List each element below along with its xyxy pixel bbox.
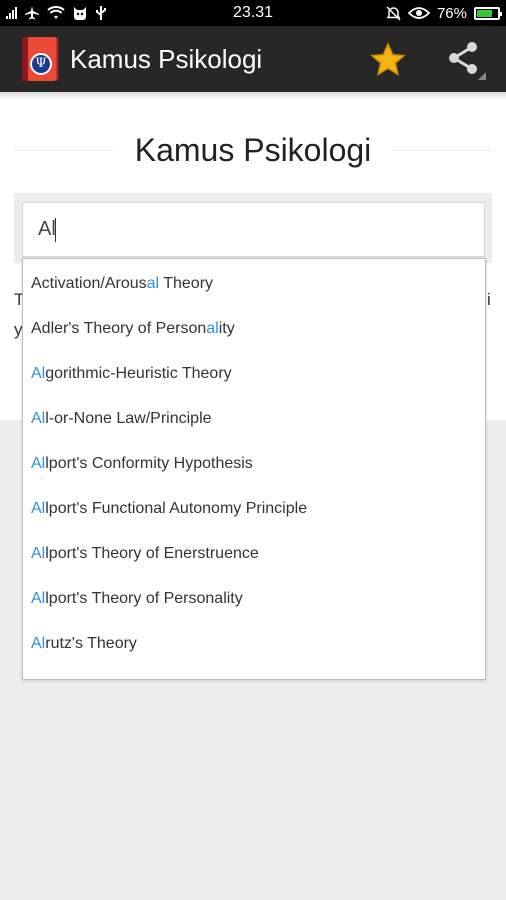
android-cat-icon bbox=[74, 6, 86, 20]
battery-level bbox=[477, 9, 493, 17]
match-highlight: Al bbox=[31, 635, 46, 652]
battery-percent: 76% bbox=[436, 4, 467, 22]
app-logo-icon: Ψ bbox=[22, 37, 58, 81]
status-bar: 23.31 76% bbox=[0, 0, 506, 26]
favorite-button[interactable] bbox=[370, 42, 406, 78]
match-highlight: Al bbox=[31, 410, 46, 427]
suggestion-item[interactable]: Activation/Arousal Theory bbox=[23, 260, 485, 305]
app-bar-shadow bbox=[0, 92, 506, 100]
wifi-icon bbox=[47, 6, 65, 19]
page-title: Kamus Psikologi bbox=[134, 131, 372, 168]
share-icon bbox=[449, 42, 486, 80]
title-divider-right bbox=[393, 149, 493, 151]
suggestion-item[interactable]: Allport's Theory of Enerstruence bbox=[23, 530, 485, 575]
match-highlight: Al bbox=[31, 455, 46, 472]
airplane-icon bbox=[25, 6, 39, 20]
status-left-icons bbox=[6, 5, 107, 21]
autocomplete-dropdown: Activation/Arousal Theory Adler's Theory … bbox=[22, 258, 486, 680]
app-bar: Ψ Kamus Psikologi bbox=[0, 26, 506, 92]
usb-icon bbox=[96, 6, 106, 20]
page-title-row: Kamus Psikologi bbox=[14, 128, 493, 172]
suggestion-item[interactable]: Algorithmic-Heuristic Theory bbox=[23, 350, 485, 395]
match-highlight: Al bbox=[31, 590, 46, 607]
suggestion-item[interactable]: Allport's Conformity Hypothesis bbox=[23, 440, 485, 485]
match-highlight: Al bbox=[31, 365, 46, 382]
app-title: Kamus Psikologi bbox=[70, 44, 263, 74]
suggestion-item[interactable]: Alrutz's Theory bbox=[23, 620, 485, 665]
suggestion-item[interactable]: Allport's Theory of Personality bbox=[23, 575, 485, 620]
match-highlight: al bbox=[206, 320, 219, 337]
share-button[interactable] bbox=[446, 40, 486, 82]
suggestion-item[interactable]: Adler's Theory of Personality bbox=[23, 305, 485, 350]
match-highlight: al bbox=[146, 275, 160, 292]
search-input[interactable] bbox=[22, 202, 485, 257]
psi-glyph: Ψ bbox=[30, 53, 52, 75]
status-right-icons: 76% bbox=[386, 4, 502, 22]
battery-icon bbox=[474, 6, 502, 20]
text-cursor bbox=[55, 218, 56, 242]
title-divider-left bbox=[14, 149, 113, 151]
alarm-off-icon bbox=[386, 5, 401, 21]
signal-icon bbox=[6, 7, 17, 19]
match-highlight: Al bbox=[31, 545, 46, 562]
status-time: 23.31 bbox=[232, 4, 274, 21]
match-highlight: Al bbox=[31, 500, 46, 517]
search-container bbox=[14, 193, 492, 263]
suggestion-item[interactable]: Allport's Functional Autonomy Principle bbox=[23, 485, 485, 530]
suggestion-item[interactable]: All-or-None Law/Principle bbox=[23, 395, 485, 440]
background-text-right-1: i bbox=[487, 290, 491, 309]
eye-icon bbox=[407, 7, 430, 19]
star-icon bbox=[370, 42, 406, 76]
